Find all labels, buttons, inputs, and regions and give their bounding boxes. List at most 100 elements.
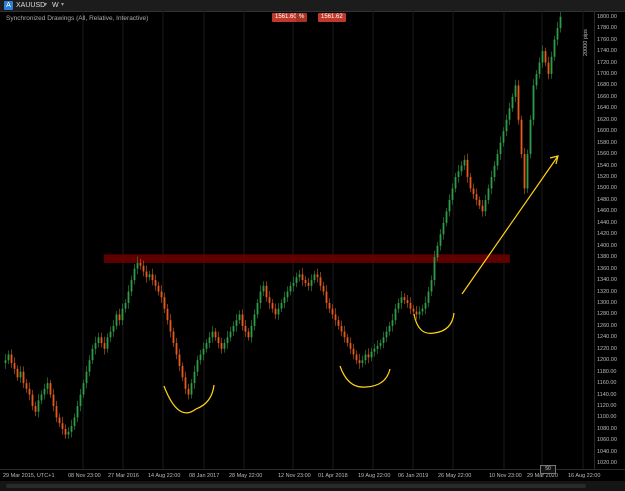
ask-price-tag[interactable]: 1561.62 (318, 13, 346, 22)
candle-up (196, 360, 199, 372)
candle-down (31, 394, 34, 407)
price-tick-label: 1180.00 (597, 368, 617, 375)
candle-down (349, 343, 352, 349)
price-tick-label: 1260.00 (597, 322, 617, 329)
zoom-button[interactable]: 50 (540, 465, 556, 474)
price-tick-label: 1060.00 (597, 437, 617, 444)
candle-up (109, 331, 112, 338)
candle-up (526, 154, 529, 189)
price-tick-label: 1780.00 (597, 25, 617, 32)
price-tick-label: 1660.00 (597, 93, 617, 100)
candle-down (328, 302, 331, 309)
candle-down (337, 320, 340, 326)
candle-down (319, 277, 322, 286)
candle-down (241, 314, 244, 326)
candle-up (208, 337, 211, 344)
candle-down (163, 297, 166, 309)
candle-up (292, 282, 295, 286)
candle-up (202, 348, 205, 355)
candle-down (346, 337, 349, 344)
chevron-down-icon[interactable]: ▾ (44, 0, 47, 11)
candle-up (394, 308, 397, 321)
candle-down (406, 300, 409, 303)
candle-down (520, 119, 523, 155)
candle-down (166, 308, 169, 321)
candle-up (262, 285, 265, 292)
candle-up (541, 51, 544, 63)
candle-up (112, 325, 115, 332)
price-tick-label: 1440.00 (597, 219, 617, 226)
candle-up (532, 85, 535, 120)
candle-up (502, 131, 505, 143)
symbol-selector[interactable]: XAUUSD (16, 0, 45, 11)
candle-up (79, 394, 82, 407)
candle-up (463, 159, 466, 166)
candle-up (190, 383, 193, 395)
candle-down (340, 325, 343, 332)
chart-subtitle: Synchronized Drawings (All, Relative, In… (6, 15, 149, 22)
candle-down (466, 159, 469, 178)
candle-up (427, 291, 430, 303)
candle-down (268, 297, 271, 303)
candle-down (307, 282, 310, 286)
timeframe-selector[interactable]: W (52, 0, 59, 11)
price-tick-label: 1700.00 (597, 70, 617, 77)
candle-down (16, 368, 19, 378)
candle-up (37, 400, 40, 412)
price-chart[interactable] (0, 11, 594, 469)
time-tick-label: 01 Apr 2018 (318, 473, 348, 479)
candle-up (376, 345, 379, 349)
candle-up (451, 188, 454, 200)
candle-down (172, 331, 175, 344)
spread-icon[interactable]: % (296, 13, 308, 22)
candle-up (286, 291, 289, 298)
horizontal-scrollbar[interactable] (6, 484, 586, 488)
candle-down (469, 177, 472, 189)
candle-up (487, 188, 490, 200)
candle-up (238, 314, 241, 321)
candle-down (481, 205, 484, 212)
price-axis[interactable] (594, 11, 625, 469)
candle-down (247, 331, 250, 338)
candle-down (118, 314, 121, 321)
candle-up (445, 211, 448, 223)
candle-down (220, 343, 223, 349)
candle-up (379, 343, 382, 346)
candle-down (523, 154, 526, 189)
candle-down (415, 311, 418, 315)
candle-up (538, 62, 541, 74)
price-tick-label: 1420.00 (597, 231, 617, 238)
price-tick-label: 1040.00 (597, 448, 617, 455)
symbol-icon[interactable]: A (4, 1, 13, 10)
candle-up (484, 199, 487, 212)
candle-up (46, 383, 49, 389)
candle-up (280, 302, 283, 309)
candle-down (10, 354, 13, 364)
candle-down (547, 62, 550, 74)
candle-down (64, 428, 67, 435)
candle-down (157, 285, 160, 292)
candle-up (136, 262, 139, 269)
chevron-down-icon[interactable]: ▾ (61, 0, 64, 11)
price-tick-label: 1380.00 (597, 254, 617, 261)
price-tick-label: 1400.00 (597, 242, 617, 249)
price-tick-label: 1720.00 (597, 59, 617, 66)
candle-up (115, 314, 118, 326)
candle-down (517, 85, 520, 120)
candles (4, 12, 562, 440)
candle-up (283, 297, 286, 303)
candle-up (76, 406, 79, 418)
candle-down (331, 308, 334, 315)
candle-up (94, 343, 97, 349)
candle-down (13, 363, 16, 369)
candle-down (25, 383, 28, 389)
annotation-curve-3 (413, 312, 455, 334)
candle-up (430, 280, 433, 292)
candle-down (178, 354, 181, 366)
candle-down (355, 354, 358, 361)
candle-up (289, 285, 292, 292)
candle-up (259, 291, 262, 303)
candle-down (22, 371, 25, 384)
price-tick-label: 1160.00 (597, 380, 617, 387)
price-tick-label: 1100.00 (597, 414, 617, 421)
